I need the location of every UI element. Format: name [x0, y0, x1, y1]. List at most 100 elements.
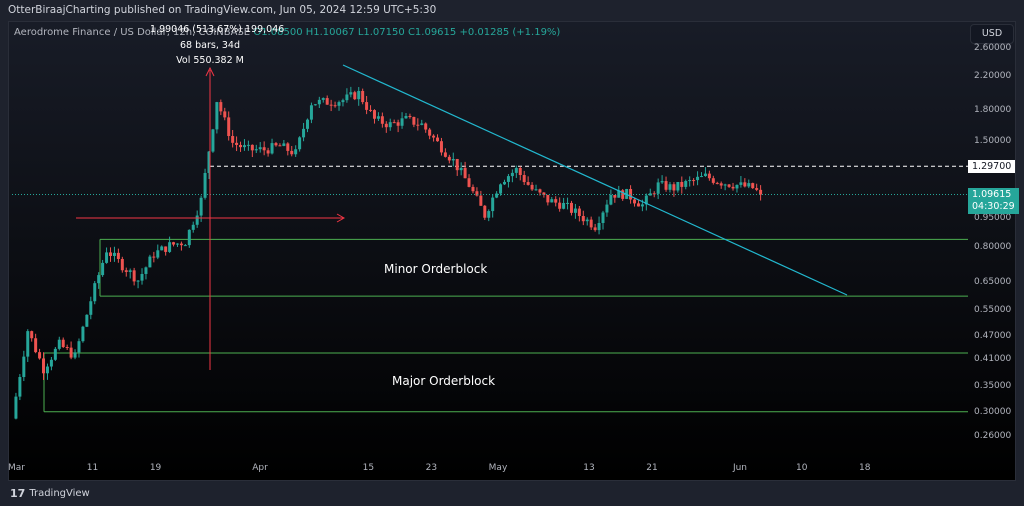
candle-body [491, 197, 495, 212]
candle-body [325, 98, 329, 105]
candle-body [156, 250, 160, 258]
candle-body [388, 122, 392, 128]
price-tick: 0.55000 [974, 304, 1012, 315]
symbol-legend: Aerodrome Finance / US Dollar, 12h, COIN… [14, 27, 560, 38]
candle-body [365, 102, 369, 110]
candle-body [144, 267, 148, 274]
candle-body [526, 182, 530, 185]
tradingview-logo[interactable]: 𝟭𝟳 TradingView [10, 487, 90, 500]
candle-body [317, 99, 321, 105]
candle-body [546, 194, 550, 203]
candle-body [467, 178, 471, 187]
candle-body [231, 136, 235, 143]
candle-body [278, 145, 282, 147]
time-tick: 11 [86, 463, 99, 473]
current-price-label: 1.09615 04:30:29 [968, 188, 1019, 214]
candle-body [676, 181, 680, 191]
candle-body [353, 92, 357, 100]
candle-body [447, 156, 451, 161]
candle-body [703, 173, 707, 177]
candle-body [420, 123, 424, 125]
candle-body [459, 167, 463, 171]
candle-body [65, 346, 69, 348]
candle-body [577, 208, 581, 217]
chart-canvas[interactable] [0, 0, 1024, 506]
candle-body [376, 116, 380, 119]
candle-body [380, 116, 384, 124]
candle-body [109, 252, 112, 256]
candle-body [743, 182, 747, 187]
candle-body [566, 202, 570, 204]
candle-body [345, 94, 349, 101]
candle-body [164, 246, 168, 252]
candle-body [124, 270, 128, 272]
candle-body [175, 243, 179, 245]
price-tick: 2.20000 [974, 71, 1012, 82]
candle-body [408, 115, 412, 117]
ohlc-change: +0.01285 (+1.19%) [459, 27, 561, 38]
candle-body [152, 256, 156, 258]
price-tick: 0.35000 [974, 380, 1012, 391]
candle-body [187, 229, 191, 246]
candle-body [53, 348, 57, 360]
candle-body [262, 147, 266, 151]
candle-body [223, 111, 227, 118]
currency-button[interactable]: USD [970, 24, 1014, 44]
candle-body [160, 246, 164, 251]
candle-body [26, 331, 30, 357]
candle-body [680, 181, 684, 187]
candle-body [711, 178, 715, 183]
candle-body [432, 135, 436, 138]
candle-body [499, 184, 503, 194]
candle-body [605, 204, 609, 213]
candle-body [246, 144, 250, 146]
candle-body [554, 199, 558, 203]
candle-body [235, 142, 239, 145]
candle-body [589, 219, 593, 228]
candle-body [668, 184, 672, 190]
candle-body [510, 172, 514, 177]
candle-body [172, 242, 176, 245]
candle-body [128, 270, 132, 272]
candle-body [530, 184, 534, 190]
candle-body [321, 98, 325, 100]
candle-body [333, 105, 337, 107]
candle-body [179, 243, 183, 246]
time-tick: Apr [252, 463, 268, 473]
candle-body [290, 150, 294, 155]
candle-body [73, 352, 77, 358]
candle-countdown: 04:30:29 [972, 201, 1015, 212]
price-tick: 0.26000 [974, 431, 1012, 441]
candle-body [471, 186, 475, 192]
candle-body [309, 105, 313, 120]
ohlc-close: C1.09615 [407, 27, 457, 38]
candle-body [735, 184, 739, 189]
time-tick: 18 [859, 463, 871, 473]
candle-body [656, 182, 660, 194]
candle-body [727, 184, 731, 187]
measure-change: 1.99046 (513.67%) 199,046 [150, 24, 285, 35]
candle-body [266, 150, 270, 154]
candle-body [636, 203, 640, 207]
candle-body [719, 183, 723, 186]
candle-body [274, 143, 278, 146]
candle-body [329, 104, 333, 106]
current-price: 1.09615 [972, 189, 1012, 200]
candle-body [195, 215, 199, 225]
candle-body [69, 347, 73, 358]
time-tick: 19 [149, 463, 162, 473]
candle-body [483, 205, 487, 218]
resistance-price-label: 1.29700 [968, 160, 1016, 173]
candle-body [396, 122, 400, 126]
candle-body [298, 137, 302, 150]
candle-body [400, 118, 404, 126]
time-tick: 15 [362, 463, 375, 473]
candle-body [428, 129, 432, 136]
tv-logo-icon: 𝟭𝟳 [10, 487, 26, 500]
candle-body [664, 181, 668, 190]
time-tick: 10 [796, 463, 808, 473]
candle-body [215, 102, 219, 130]
candle-body [77, 341, 81, 353]
candle-body [120, 258, 124, 271]
time-tick: 13 [583, 463, 595, 473]
